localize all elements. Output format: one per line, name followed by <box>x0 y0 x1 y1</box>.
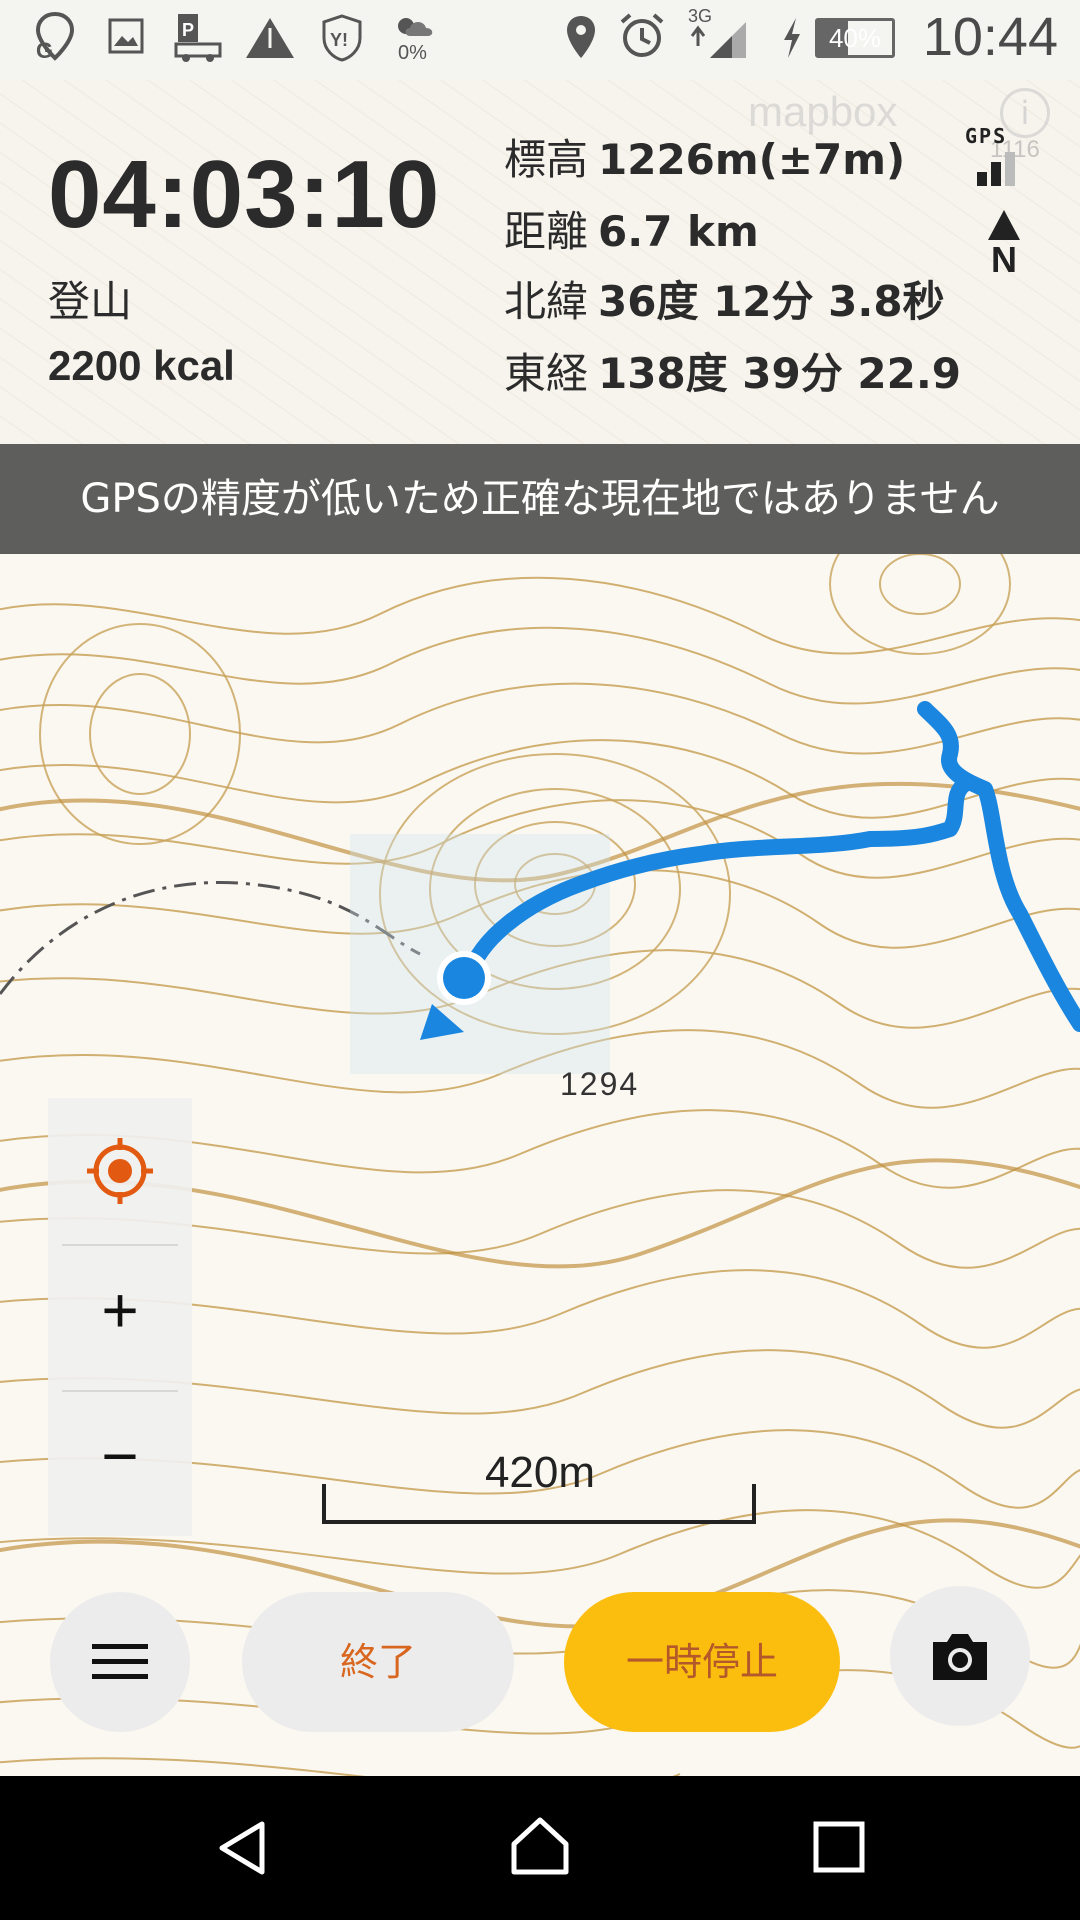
scale-bar <box>322 1484 756 1524</box>
weather-percent: 0% <box>398 42 427 64</box>
compass-label: N <box>991 239 1017 280</box>
activity-type: 登山 <box>48 277 133 326</box>
stat-value: 36度 12分 3.8秒 <box>598 277 945 326</box>
north-arrow-icon <box>988 210 1020 240</box>
stat-elevation: 標高 1226m(±7m) <box>504 126 905 187</box>
home-icon[interactable] <box>508 1814 572 1878</box>
zoom-out-label: − <box>101 1420 139 1492</box>
stat-value: 6.7 km <box>598 207 759 256</box>
locate-me-button[interactable] <box>48 1098 192 1244</box>
svg-text:P: P <box>182 20 194 40</box>
crosshair-icon <box>87 1138 153 1204</box>
menu-button[interactable] <box>50 1592 190 1732</box>
yahoo-shield-icon: Y! <box>322 14 362 62</box>
compass-north-button[interactable]: N <box>976 208 1032 288</box>
hamburger-menu-icon <box>92 1644 148 1679</box>
camera-icon <box>933 1634 987 1680</box>
g-maps-icon: G <box>35 12 75 62</box>
zoom-out-button[interactable]: − <box>48 1390 192 1536</box>
weather-icon <box>398 18 433 36</box>
parking-icon: P <box>174 14 222 62</box>
stat-label: 標高 <box>504 135 589 184</box>
gps-accuracy-warning: GPSの精度が低いため正確な現在地ではありません <box>0 444 1080 554</box>
back-icon[interactable] <box>212 1818 272 1878</box>
end-tracking-button[interactable]: 終了 <box>242 1592 514 1732</box>
svg-text:Y!: Y! <box>330 30 348 50</box>
peak-elevation-label: 1294 <box>560 1066 640 1102</box>
calories: 2200 kcal <box>48 342 235 389</box>
warning-icon <box>246 18 294 58</box>
image-icon <box>108 18 144 54</box>
stat-label: 東経 <box>504 349 589 398</box>
battery-icon: 40% <box>815 18 895 58</box>
gps-label: GPS <box>965 124 1008 148</box>
battery-percent: 40% <box>828 23 882 53</box>
zoom-in-label: + <box>101 1274 139 1346</box>
clock: 10:44 <box>922 7 1058 67</box>
alarm-icon <box>620 13 664 57</box>
gps-signal-bars-icon <box>977 152 1015 186</box>
stat-label: 北緯 <box>504 277 589 326</box>
signal-icon <box>690 22 746 58</box>
tracking-info-panel: mapbox i 1116 04:03:10 登山 2200 kcal 標高 12… <box>0 80 1080 444</box>
stat-latitude: 北緯 36度 12分 3.8秒 <box>504 268 945 329</box>
recents-icon[interactable] <box>812 1820 866 1874</box>
stat-label: 距離 <box>504 207 589 256</box>
system-nav-bar <box>0 1776 1080 1920</box>
pause-tracking-button[interactable]: 一時停止 <box>564 1592 840 1732</box>
gps-signal-indicator: GPS <box>965 124 1035 190</box>
map-controls: + − <box>48 1098 192 1536</box>
zoom-in-button[interactable]: + <box>48 1244 192 1390</box>
stat-distance: 距離 6.7 km <box>504 198 759 259</box>
elapsed-time: 04:03:10 <box>48 141 441 248</box>
stat-longitude: 東経 138度 39分 22.9 <box>504 340 961 401</box>
location-icon <box>567 16 595 58</box>
status-bar: G P Y! 0% 3G 40% 10:44 <box>0 0 1080 80</box>
svg-text:G: G <box>36 38 53 62</box>
stat-value: 138度 39分 22.9 <box>598 349 962 398</box>
camera-button[interactable] <box>890 1586 1030 1726</box>
charging-icon <box>784 18 800 58</box>
stat-value: 1226m(±7m) <box>598 135 906 184</box>
current-location-marker <box>420 951 491 1040</box>
